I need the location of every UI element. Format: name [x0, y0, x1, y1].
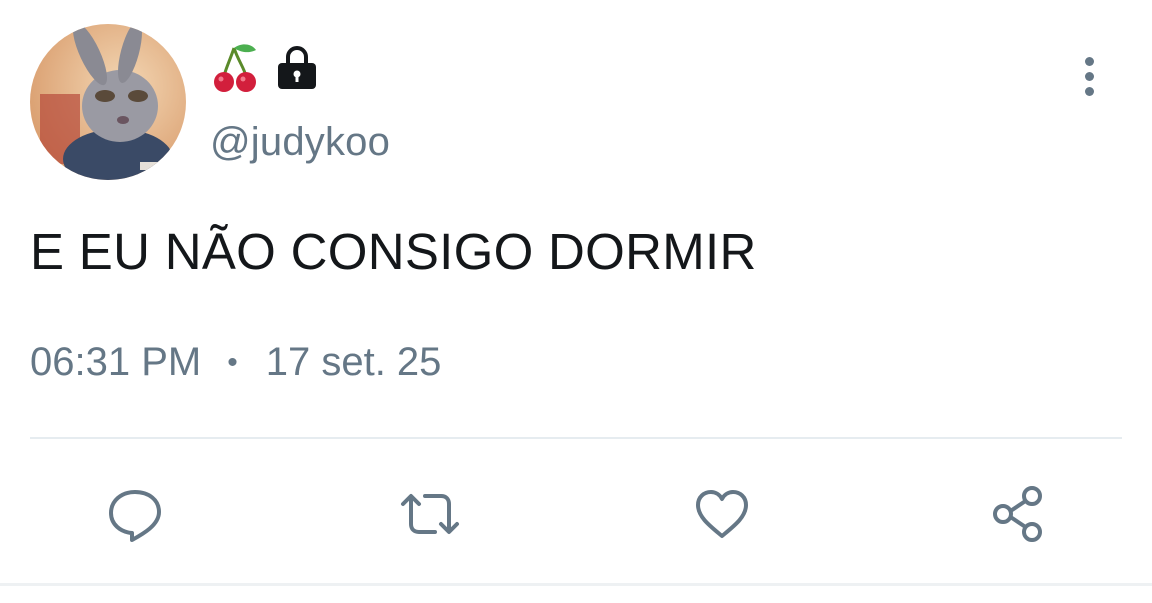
- meta-separator: •: [227, 345, 238, 379]
- lock-icon: [274, 45, 320, 96]
- like-icon[interactable]: [684, 476, 760, 552]
- retweet-icon[interactable]: [392, 476, 468, 552]
- cherries-icon: [212, 42, 260, 99]
- more-options-icon[interactable]: [1070, 52, 1108, 100]
- user-handle[interactable]: @judykoo: [210, 120, 390, 165]
- display-name: [212, 42, 320, 99]
- tweet-time: 06:31 PM: [30, 340, 202, 384]
- bottom-border: [0, 583, 1152, 586]
- reply-icon[interactable]: [97, 476, 173, 552]
- tweet-date: 17 set. 25: [265, 340, 442, 384]
- divider: [30, 437, 1122, 439]
- tweet-meta: 06:31 PM • 17 set. 25: [30, 340, 441, 385]
- avatar[interactable]: [30, 24, 186, 180]
- share-icon[interactable]: [980, 476, 1056, 552]
- avatar-image: [30, 24, 186, 180]
- action-bar: [0, 476, 1152, 552]
- tweet-text: E EU NÃO CONSIGO DORMIR: [30, 223, 757, 280]
